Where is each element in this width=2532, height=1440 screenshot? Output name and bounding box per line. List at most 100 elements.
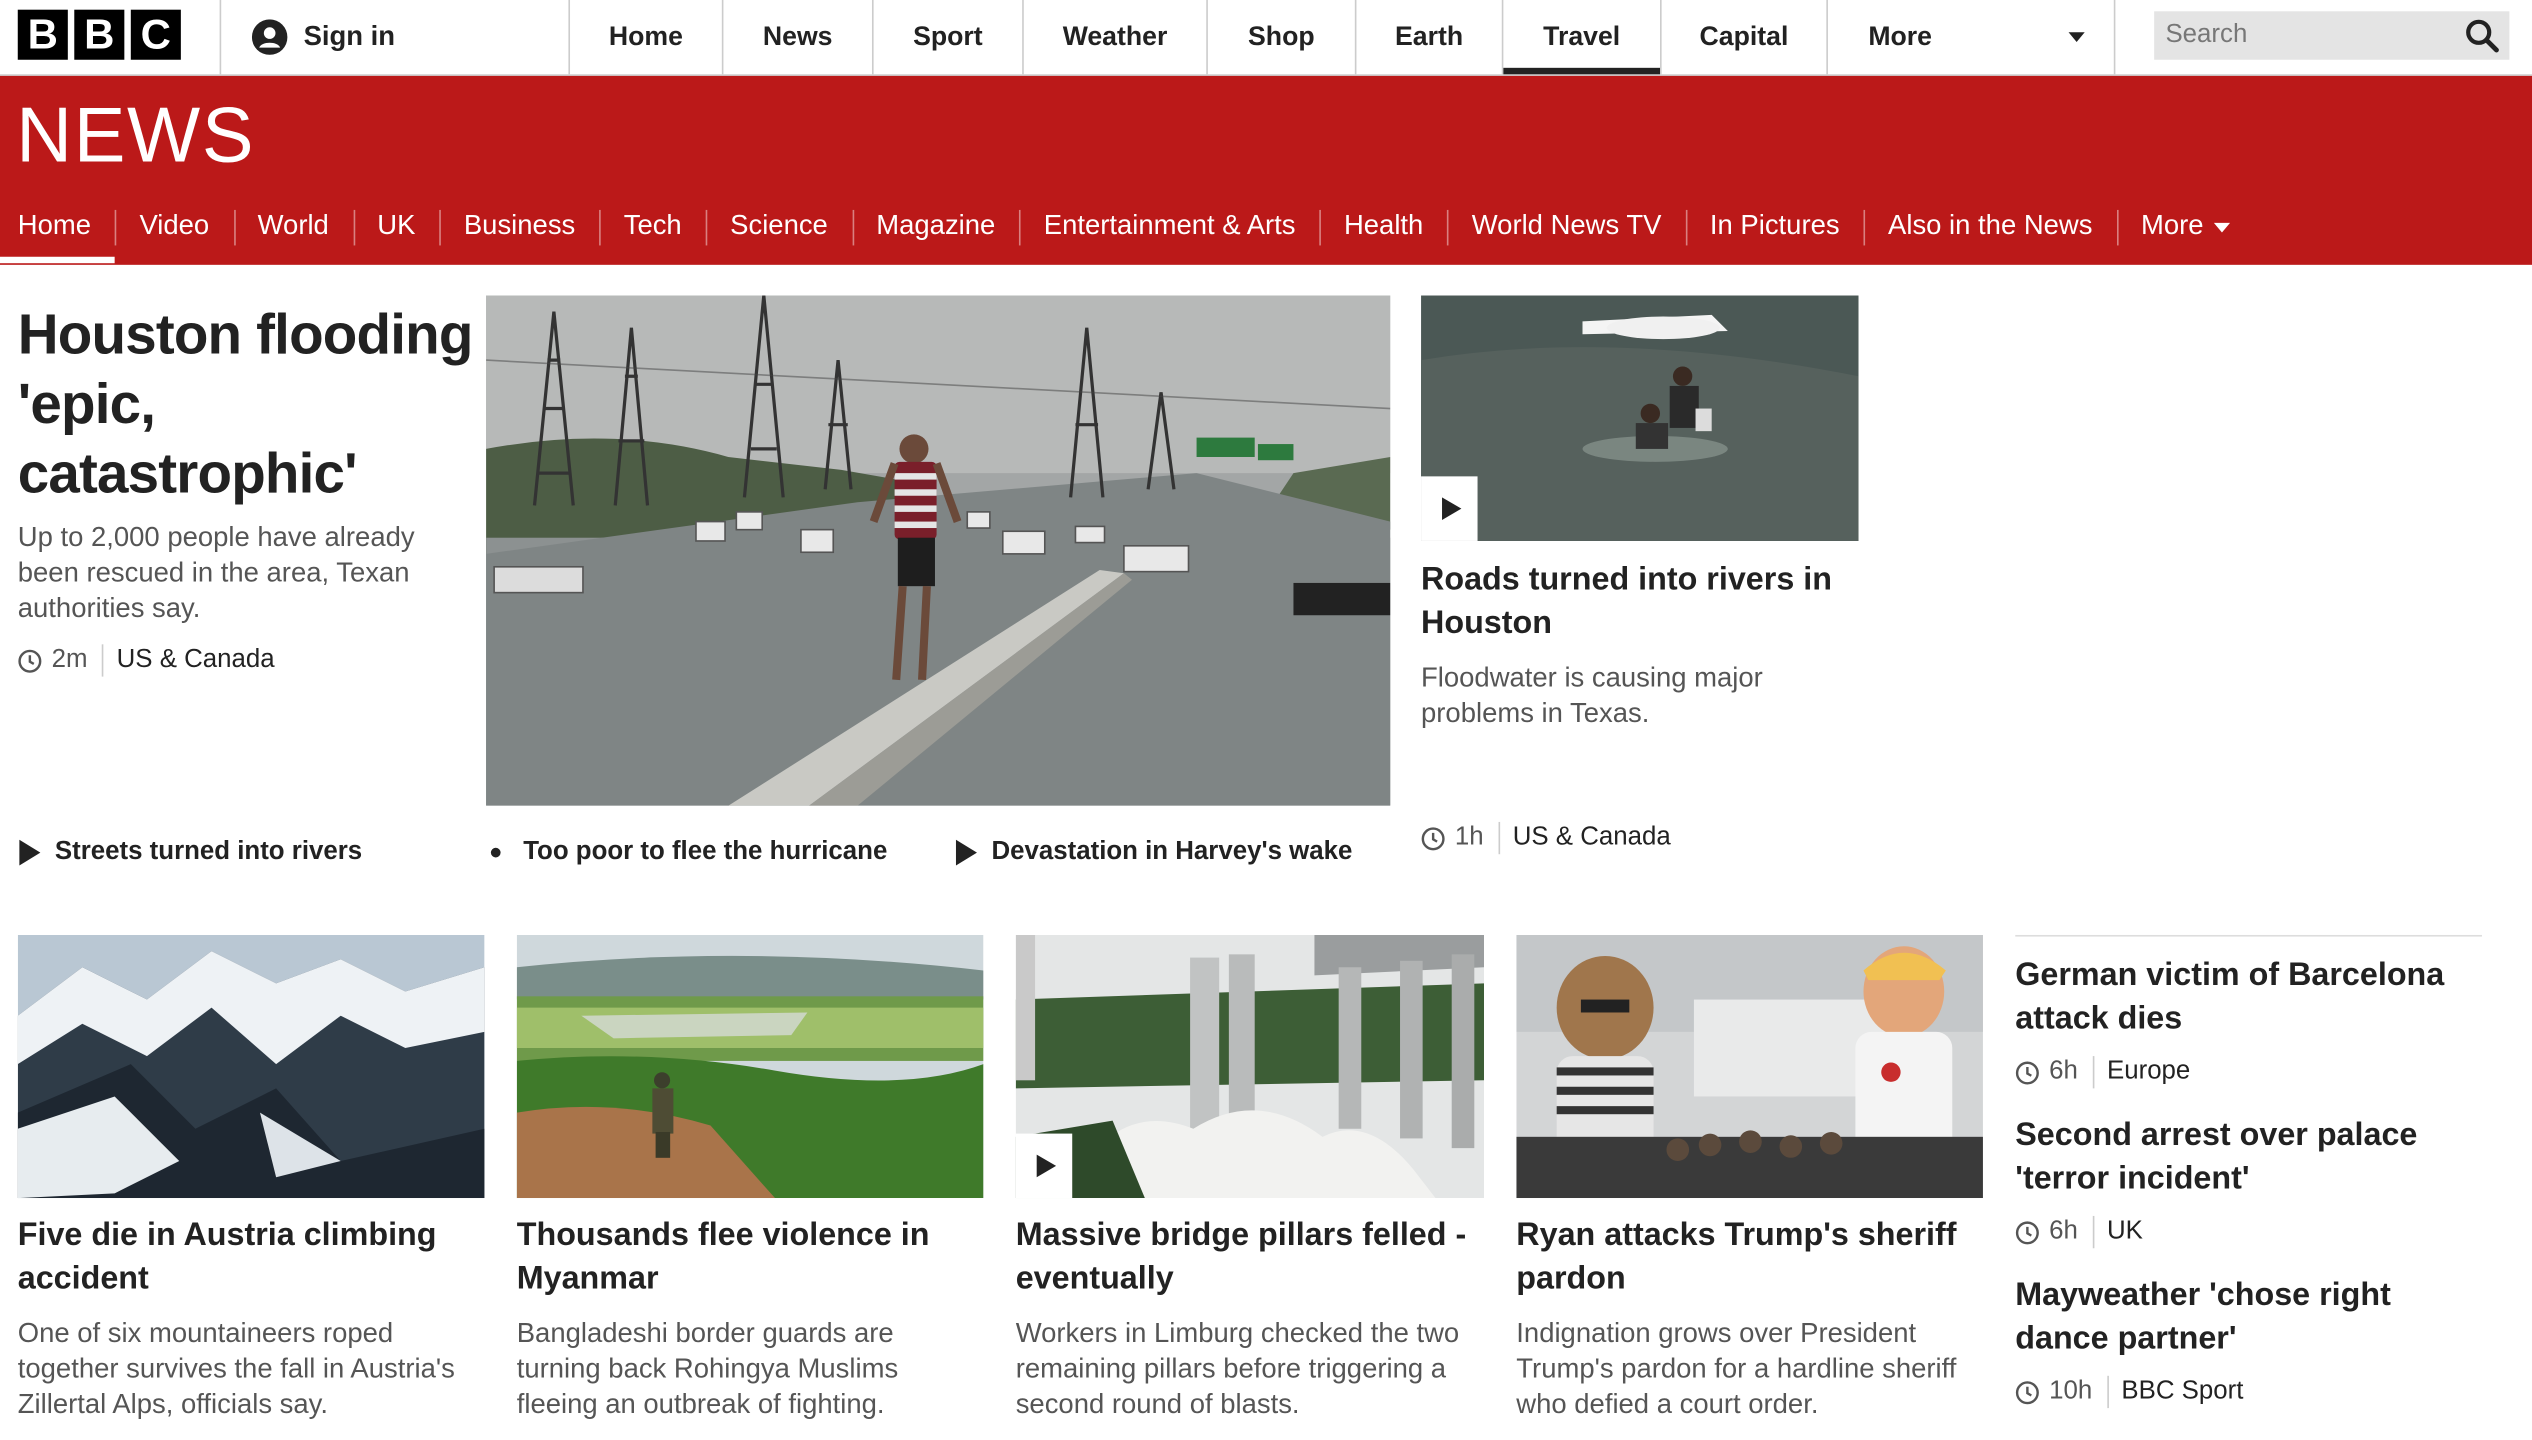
story-image[interactable] bbox=[17, 934, 485, 1199]
story-timestamp: 10h bbox=[2049, 1377, 2093, 1405]
story-summary: Workers in Limburg checked the two remai… bbox=[1015, 1317, 1460, 1420]
news-nav-science[interactable]: Science bbox=[705, 202, 852, 263]
news-nav-tech[interactable]: Tech bbox=[599, 202, 705, 263]
news-nav-magazine[interactable]: Magazine bbox=[852, 202, 1019, 263]
sign-in-link[interactable]: Sign in bbox=[219, 0, 570, 75]
clock-icon bbox=[2015, 1060, 2039, 1084]
sidebar-story-headline[interactable]: Mayweather 'chose right dance partner' bbox=[2015, 1274, 2482, 1361]
secondary-story-image[interactable] bbox=[1421, 295, 1859, 541]
news-nav-uk[interactable]: UK bbox=[353, 202, 440, 263]
news-nav-health[interactable]: Health bbox=[1319, 202, 1448, 263]
divider bbox=[102, 644, 104, 677]
news-nav-world[interactable]: World bbox=[233, 202, 353, 263]
story-summary: Indignation grows over President Trump's… bbox=[1516, 1317, 1957, 1420]
bbc-global-nav: Home News Sport Weather Shop Earth Trave… bbox=[568, 0, 2116, 75]
play-icon bbox=[19, 839, 41, 866]
global-nav-shop[interactable]: Shop bbox=[1206, 0, 1355, 75]
divider bbox=[2106, 1375, 2109, 1409]
video-play-button[interactable] bbox=[1421, 476, 1478, 541]
news-nav-entertainment-arts[interactable]: Entertainment & Arts bbox=[1019, 202, 1320, 263]
divider bbox=[2015, 934, 2482, 937]
search-icon[interactable] bbox=[2464, 18, 2500, 54]
play-icon bbox=[1442, 497, 1462, 520]
news-nav-business[interactable]: Business bbox=[439, 202, 600, 263]
story-summary: One of six mountaineers roped together s… bbox=[17, 1317, 455, 1420]
news-header: NEWS Home Video World UK Business Tech S… bbox=[0, 75, 2532, 265]
news-logo[interactable]: NEWS bbox=[16, 92, 255, 181]
global-nav-news[interactable]: News bbox=[721, 0, 872, 75]
lead-story-image[interactable] bbox=[486, 295, 1391, 806]
play-icon bbox=[1036, 1154, 1057, 1178]
story-timestamp: 1h bbox=[1454, 823, 1484, 851]
secondary-story-headline[interactable]: Roads turned into rivers in Houston bbox=[1421, 559, 1857, 646]
search-box bbox=[2154, 11, 2510, 60]
story-image[interactable] bbox=[1516, 934, 1983, 1199]
story-section-link[interactable]: Europe bbox=[2107, 1058, 2190, 1087]
news-nav-more[interactable]: More bbox=[2116, 202, 2254, 263]
clock-icon bbox=[18, 648, 42, 672]
story-section-link[interactable]: BBC Sport bbox=[2121, 1377, 2243, 1406]
global-nav-capital[interactable]: Capital bbox=[1660, 0, 1826, 75]
user-icon bbox=[251, 19, 288, 55]
story-section-link[interactable]: US & Canada bbox=[1513, 824, 1671, 853]
global-nav-more[interactable]: More bbox=[1826, 0, 2116, 75]
story-headline[interactable]: Thousands flee violence in Myanmar bbox=[517, 1214, 984, 1301]
video-play-button[interactable] bbox=[1015, 1133, 1073, 1199]
sidebar-story-headline[interactable]: Second arrest over palace 'terror incide… bbox=[2015, 1114, 2482, 1201]
bbc-logo-letter: C bbox=[130, 9, 181, 60]
play-icon bbox=[955, 839, 977, 866]
bbc-top-bar: B B C Sign in Home News Sport Weather Sh… bbox=[0, 0, 2532, 76]
bbc-logo-letter: B bbox=[17, 9, 68, 60]
story-section-link[interactable]: UK bbox=[2107, 1218, 2143, 1247]
story-headline[interactable]: Five die in Austria climbing accident bbox=[18, 1214, 485, 1301]
global-nav-earth[interactable]: Earth bbox=[1354, 0, 1502, 75]
story-image[interactable] bbox=[1015, 934, 1485, 1199]
story-image[interactable] bbox=[516, 934, 984, 1199]
lead-story-meta: 2m US & Canada bbox=[18, 644, 275, 677]
global-nav-more-label: More bbox=[1868, 21, 1932, 51]
story-timestamp: 6h bbox=[2049, 1217, 2078, 1246]
news-nav: Home Video World UK Business Tech Scienc… bbox=[0, 202, 2254, 264]
news-nav-more-label: More bbox=[2140, 209, 2204, 241]
related-link-label: Too poor to flee the hurricane bbox=[523, 838, 888, 866]
related-link[interactable]: Streets turned into rivers bbox=[19, 838, 362, 867]
news-nav-video[interactable]: Video bbox=[115, 202, 233, 263]
search-input[interactable] bbox=[2154, 11, 2445, 60]
related-link[interactable]: Too poor to flee the hurricane bbox=[488, 838, 888, 867]
global-nav-sport[interactable]: Sport bbox=[871, 0, 1022, 75]
bbc-logo-letter: B bbox=[74, 9, 125, 60]
clock-icon bbox=[1421, 826, 1445, 850]
bullet-icon bbox=[490, 847, 501, 858]
related-link[interactable]: Devastation in Harvey's wake bbox=[955, 838, 1353, 867]
story-timestamp: 6h bbox=[2049, 1057, 2078, 1086]
story-timestamp: 2m bbox=[51, 645, 88, 674]
secondary-story-meta: 1h US & Canada bbox=[1421, 821, 1671, 855]
global-nav-home[interactable]: Home bbox=[568, 0, 721, 75]
clock-icon bbox=[2015, 1380, 2039, 1404]
global-nav-weather[interactable]: Weather bbox=[1022, 0, 1206, 75]
page: B B C Sign in Home News Sport Weather Sh… bbox=[0, 0, 2532, 1439]
related-link-label: Streets turned into rivers bbox=[54, 838, 363, 866]
caret-down-icon bbox=[2213, 222, 2230, 233]
story-headline[interactable]: Ryan attacks Trump's sheriff pardon bbox=[1516, 1214, 1983, 1301]
news-nav-world-news-tv[interactable]: World News TV bbox=[1447, 202, 1686, 263]
lead-story-headline[interactable]: Houston flooding 'epic, catastrophic' bbox=[18, 300, 478, 508]
divider bbox=[1498, 821, 1500, 855]
caret-down-icon bbox=[2068, 32, 2085, 42]
sign-in-label: Sign in bbox=[303, 20, 396, 52]
story-summary: Bangladeshi border guards are turning ba… bbox=[516, 1317, 899, 1420]
story-section-link[interactable]: US & Canada bbox=[117, 646, 275, 675]
secondary-story-summary: Floodwater is causing major problems in … bbox=[1421, 662, 1763, 729]
divider bbox=[2092, 1056, 2095, 1089]
global-nav-travel[interactable]: Travel bbox=[1501, 0, 1661, 75]
bbc-logo[interactable]: B B C bbox=[17, 9, 181, 60]
news-nav-home[interactable]: Home bbox=[0, 202, 116, 264]
related-link-label: Devastation in Harvey's wake bbox=[991, 838, 1353, 866]
clock-icon bbox=[2015, 1220, 2039, 1244]
sidebar-story-headline[interactable]: German victim of Barcelona attack dies bbox=[2015, 954, 2482, 1041]
divider bbox=[2092, 1215, 2095, 1249]
news-nav-in-pictures[interactable]: In Pictures bbox=[1685, 202, 1864, 263]
sidebar-story-meta: 6h Europe bbox=[2015, 1056, 2190, 1089]
news-nav-also-in-the-news[interactable]: Also in the News bbox=[1863, 202, 2117, 263]
story-headline[interactable]: Massive bridge pillars felled - eventual… bbox=[1016, 1214, 1484, 1301]
